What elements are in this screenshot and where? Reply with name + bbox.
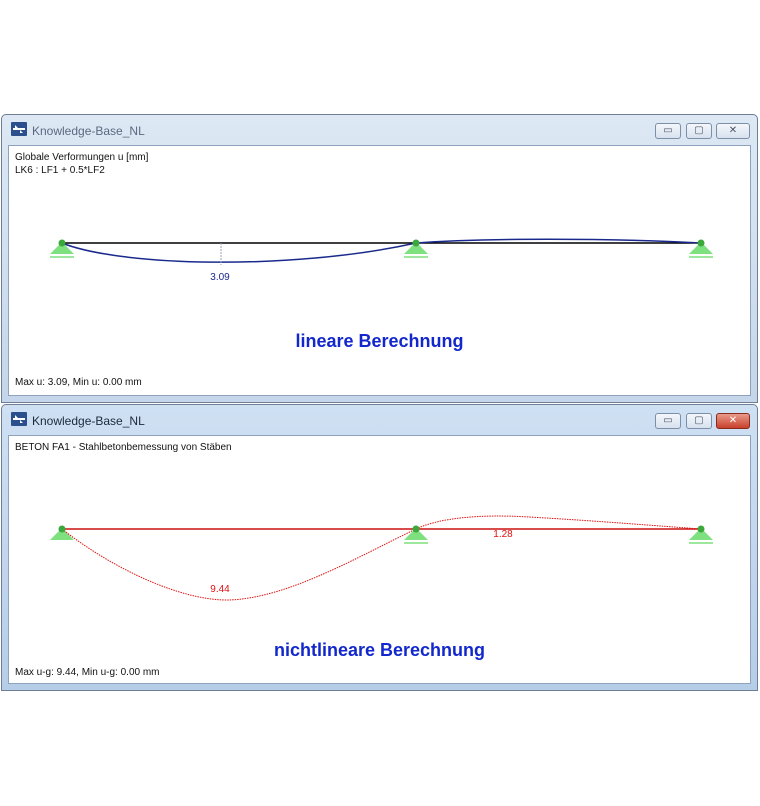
graphics-area[interactable]: BETON FA1 - Stahlbetonbemessung von Stäb… bbox=[8, 435, 751, 684]
window-linear: Knowledge-Base_NL ▭ ▢ ✕ Globale Verformu… bbox=[1, 114, 758, 403]
title-bar[interactable]: Knowledge-Base_NL ▭ ▢ ✕ bbox=[2, 405, 757, 435]
graphics-area[interactable]: Globale Verformungen u [mm] LK6 : LF1 + … bbox=[8, 145, 751, 396]
close-button[interactable]: ✕ bbox=[716, 123, 750, 139]
title-bar[interactable]: Knowledge-Base_NL ▭ ▢ ✕ bbox=[2, 115, 757, 145]
calculation-method-label: lineare Berechnung bbox=[295, 331, 464, 351]
app-icon bbox=[11, 412, 27, 426]
node-left bbox=[58, 239, 66, 247]
right-span-label: 1.28 bbox=[493, 529, 513, 540]
max-deflection-label: 9.44 bbox=[210, 584, 230, 595]
deflection-curve-right bbox=[415, 515, 702, 530]
max-deflection-label: 3.09 bbox=[210, 272, 230, 283]
app-icon bbox=[11, 122, 27, 136]
node-middle bbox=[412, 239, 420, 247]
node-middle bbox=[412, 525, 420, 533]
node-right bbox=[697, 239, 705, 247]
beam-diagram: 3.09 bbox=[50, 238, 713, 283]
window-title: Knowledge-Base_NL bbox=[32, 414, 145, 428]
min-max-summary: Max u: 3.09, Min u: 0.00 mm bbox=[15, 377, 142, 388]
node-right bbox=[697, 525, 705, 533]
min-max-summary: Max u-g: 9.44, Min u-g: 0.00 mm bbox=[15, 667, 160, 678]
window-nonlinear: Knowledge-Base_NL ▭ ▢ ✕ BETON FA1 - Stah… bbox=[1, 404, 758, 691]
node-left bbox=[58, 525, 66, 533]
deflection-curve bbox=[61, 242, 417, 263]
minimize-button[interactable]: ▭ bbox=[655, 413, 681, 429]
deflection-curve bbox=[61, 528, 417, 601]
maximize-button[interactable]: ▢ bbox=[686, 123, 712, 139]
calculation-method-label: nichtlineare Berechnung bbox=[273, 640, 486, 660]
maximize-button[interactable]: ▢ bbox=[686, 413, 712, 429]
close-button[interactable]: ✕ bbox=[716, 413, 750, 429]
minimize-button[interactable]: ▭ bbox=[655, 123, 681, 139]
window-title: Knowledge-Base_NL bbox=[32, 124, 145, 138]
